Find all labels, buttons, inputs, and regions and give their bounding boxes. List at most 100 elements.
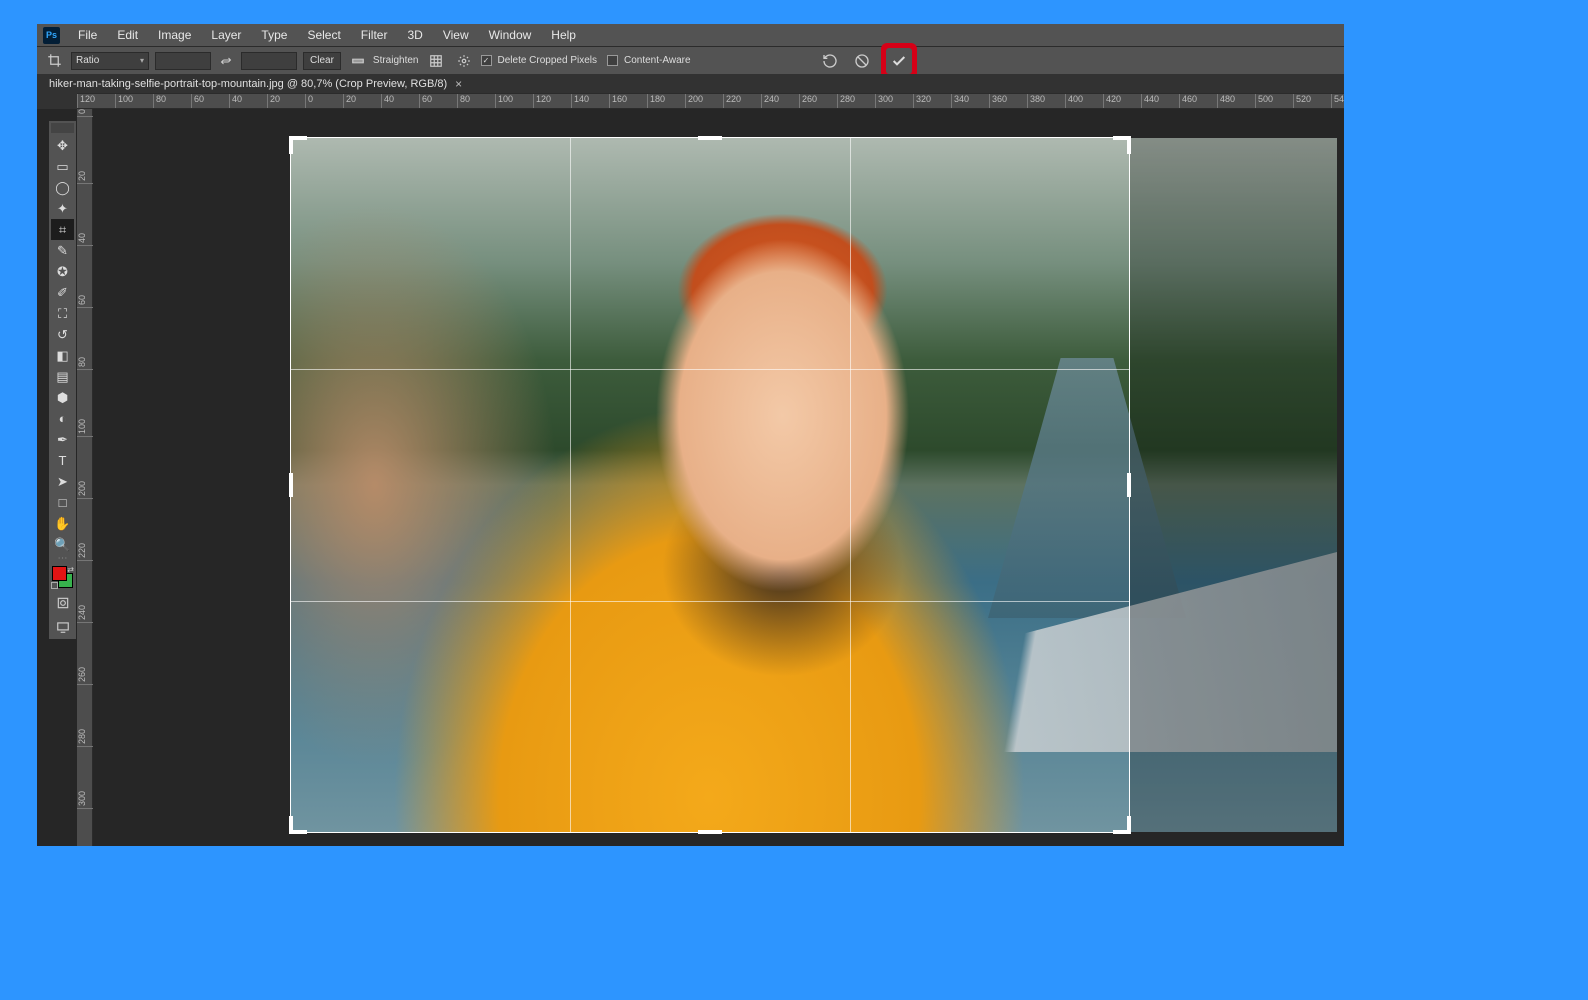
menu-filter[interactable]: Filter [353, 26, 396, 44]
straighten-label[interactable]: Straighten [373, 55, 419, 66]
default-colors-icon[interactable] [51, 582, 58, 589]
history-brush-tool[interactable]: ↺ [51, 324, 74, 345]
crop-options-button[interactable] [453, 50, 475, 72]
reset-crop-button[interactable] [817, 48, 843, 74]
menu-bar: Ps File Edit Image Layer Type Select Fil… [37, 24, 1344, 46]
screen-mode-button[interactable] [51, 617, 74, 637]
canvas-area[interactable] [93, 109, 1344, 846]
crop-height-input[interactable] [241, 52, 297, 70]
content-aware-label: Content-Aware [624, 55, 691, 66]
clear-button[interactable]: Clear [303, 52, 341, 70]
color-swatches[interactable]: ⇄ [51, 565, 74, 589]
options-bar: Ratio ▾ Clear Straighten Delete Cropped … [37, 46, 1344, 74]
lasso-tool[interactable]: ◯ [51, 177, 74, 198]
menu-image[interactable]: Image [150, 26, 199, 44]
commit-crop-button[interactable] [886, 48, 912, 74]
vertical-ruler: 020406080100200220240260280300 [77, 109, 93, 846]
quick-mask-button[interactable] [51, 593, 74, 613]
crop-handle-tl[interactable] [289, 136, 293, 154]
close-icon[interactable]: × [455, 77, 462, 91]
marquee-tool[interactable]: ▭ [51, 156, 74, 177]
eraser-tool[interactable]: ◧ [51, 345, 74, 366]
swap-colors-icon[interactable]: ⇄ [67, 565, 74, 574]
crop-tool[interactable]: ⌗ [51, 219, 74, 240]
crop-width-input[interactable] [155, 52, 211, 70]
eyedropper-tool[interactable]: ✎ [51, 240, 74, 261]
straighten-icon[interactable] [347, 50, 369, 72]
ruler-tick: 0 [77, 109, 93, 117]
ruler-tick: 520 [1293, 94, 1311, 109]
ruler-tick: 120 [533, 94, 551, 109]
spot-heal-tool[interactable]: ✪ [51, 261, 74, 282]
crop-overlay-button[interactable] [425, 50, 447, 72]
blur-tool[interactable]: ⬢ [51, 387, 74, 408]
ratio-preset-select[interactable]: Ratio ▾ [71, 52, 149, 70]
ruler-tick: 380 [1027, 94, 1045, 109]
crop-handle-r[interactable] [1127, 473, 1131, 497]
ruler-tick: 220 [77, 543, 93, 561]
type-tool[interactable]: T [51, 450, 74, 471]
menu-3d[interactable]: 3D [399, 26, 430, 44]
menu-view[interactable]: View [435, 26, 477, 44]
pen-tool[interactable]: ✒ [51, 429, 74, 450]
ruler-tick: 400 [1065, 94, 1083, 109]
crop-handle-br[interactable] [1127, 816, 1131, 834]
ruler-tick: 20 [267, 94, 280, 109]
ruler-tick: 420 [1103, 94, 1121, 109]
content-aware-checkbox[interactable] [607, 55, 618, 66]
ruler-tick: 300 [77, 791, 93, 809]
crop-handle-l[interactable] [289, 473, 293, 497]
ruler-tick: 440 [1141, 94, 1159, 109]
brush-tool[interactable]: ✐ [51, 282, 74, 303]
menu-window[interactable]: Window [481, 26, 540, 44]
document-tab[interactable]: hiker-man-taking-selfie-portrait-top-mou… [41, 75, 470, 93]
menu-type[interactable]: Type [253, 26, 295, 44]
delete-cropped-checkbox[interactable] [481, 55, 492, 66]
ruler-tick: 60 [191, 94, 204, 109]
ruler-tick: 200 [77, 481, 93, 499]
document-tab-title: hiker-man-taking-selfie-portrait-top-mou… [49, 78, 447, 90]
crop-tool-icon [43, 50, 65, 72]
crop-handle-b[interactable] [698, 830, 722, 834]
dodge-tool[interactable]: ◐ [51, 408, 74, 429]
ruler-tick: 460 [1179, 94, 1197, 109]
crop-handle-tr[interactable] [1127, 136, 1131, 154]
cancel-crop-button[interactable] [849, 48, 875, 74]
move-tool[interactable]: ✥ [51, 135, 74, 156]
crop-handle-bl[interactable] [289, 816, 293, 834]
menu-help[interactable]: Help [543, 26, 584, 44]
menu-edit[interactable]: Edit [109, 26, 146, 44]
menu-layer[interactable]: Layer [203, 26, 249, 44]
ruler-tick: 280 [77, 729, 93, 747]
ruler-tick: 160 [609, 94, 627, 109]
menu-file[interactable]: File [70, 26, 105, 44]
crop-box[interactable] [291, 138, 1129, 832]
ruler-tick: 40 [77, 233, 93, 246]
toolbox-grip[interactable] [51, 123, 74, 133]
ruler-tick: 100 [495, 94, 513, 109]
document-tab-strip: hiker-man-taking-selfie-portrait-top-mou… [37, 74, 1344, 93]
ruler-tick: 60 [419, 94, 432, 109]
swap-dimensions-button[interactable] [217, 52, 235, 70]
hand-tool[interactable]: ✋ [51, 513, 74, 534]
menu-select[interactable]: Select [299, 26, 348, 44]
shape-tool[interactable]: □ [51, 492, 74, 513]
gradient-tool[interactable]: ▤ [51, 366, 74, 387]
path-select-tool[interactable]: ➤ [51, 471, 74, 492]
ruler-tick: 480 [1217, 94, 1235, 109]
app-logo: Ps [43, 27, 60, 44]
ruler-tick: 100 [77, 419, 93, 437]
delete-cropped-label: Delete Cropped Pixels [498, 55, 598, 66]
ruler-tick: 80 [153, 94, 166, 109]
ruler-tick: 60 [77, 295, 93, 308]
foreground-color-swatch[interactable] [52, 566, 67, 581]
clone-stamp-tool[interactable]: ⛶ [51, 303, 74, 324]
ruler-tick: 40 [229, 94, 242, 109]
ruler-tick: 40 [381, 94, 394, 109]
magic-wand-tool[interactable]: ✦ [51, 198, 74, 219]
ruler-tick: 120 [77, 94, 95, 109]
ruler-tick: 540 [1331, 94, 1344, 109]
photoshop-window: Ps File Edit Image Layer Type Select Fil… [37, 24, 1344, 846]
ruler-tick: 320 [913, 94, 931, 109]
crop-handle-t[interactable] [698, 136, 722, 140]
